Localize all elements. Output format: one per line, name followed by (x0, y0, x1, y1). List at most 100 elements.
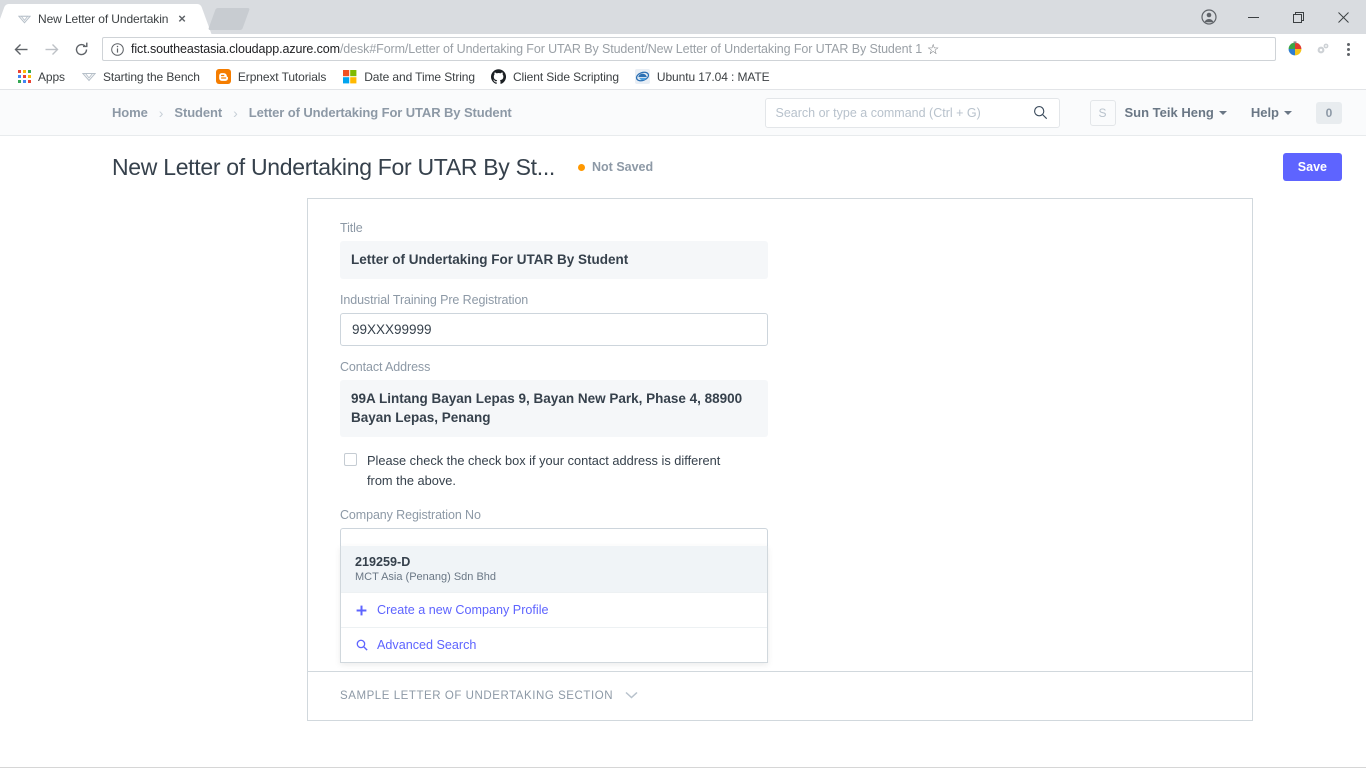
breadcrumb-item-current[interactable]: Letter of Undertaking For UTAR By Studen… (249, 105, 512, 120)
field-value: Letter of Undertaking For UTAR By Studen… (340, 241, 768, 279)
breadcrumb-item-student[interactable]: Student (174, 105, 222, 120)
browser-tabstrip: New Letter of Undertakin × (0, 0, 1366, 34)
extension-icons (1280, 36, 1336, 62)
suggestion-item[interactable]: 219259-D MCT Asia (Penang) Sdn Bhd (341, 546, 767, 593)
window-controls (1187, 0, 1366, 34)
forward-button[interactable] (36, 36, 66, 62)
bookmark-apps[interactable]: Apps (8, 66, 73, 88)
address-bar-host: fict.southeastasia.cloudapp.azure.com (131, 42, 340, 56)
checkbox-label: Please check the check box if your conta… (367, 452, 721, 488)
avatar[interactable]: S (1089, 99, 1116, 126)
chevron-down-icon[interactable] (625, 690, 638, 702)
bookmark-erpnext-tutorials[interactable]: Erpnext Tutorials (208, 66, 334, 88)
bookmark-label: Starting the Bench (102, 69, 200, 84)
bookmark-star-icon[interactable]: ☆ (922, 41, 944, 58)
advanced-search-item[interactable]: Advanced Search (341, 628, 767, 662)
blogger-icon (216, 69, 232, 85)
create-new-company-profile-item[interactable]: Create a new Company Profile (341, 593, 767, 628)
bookmark-client-side-scripting[interactable]: Client Side Scripting (483, 66, 627, 88)
create-new-company-profile-label: Create a new Company Profile (377, 603, 549, 617)
address-bar-url: fict.southeastasia.cloudapp.azure.com/de… (131, 42, 922, 56)
status-label: Not Saved (592, 160, 654, 174)
notification-badge[interactable]: 0 (1316, 101, 1342, 124)
suggestion-title: 219259-D (355, 555, 411, 569)
search-icon[interactable] (1033, 105, 1049, 120)
app-navbar: Home › Student › Letter of Undertaking F… (0, 90, 1366, 136)
field-value: 99A Lintang Bayan Lepas 9, Bayan New Par… (340, 379, 768, 437)
help-menu-label: Help (1250, 105, 1279, 120)
apps-grid-icon (16, 69, 32, 85)
back-button[interactable] (6, 36, 36, 62)
advanced-search-label: Advanced Search (377, 638, 477, 652)
application-viewport: Home › Student › Letter of Undertaking F… (0, 90, 1366, 767)
breadcrumb-item-home[interactable]: Home (112, 105, 148, 120)
suggestion-subtitle: MCT Asia (Penang) Sdn Bhd (355, 571, 497, 583)
search-icon (355, 639, 368, 651)
field-contact-address: Contact Address 99A Lintang Bayan Lepas … (340, 360, 768, 437)
user-menu[interactable]: Sun Teik Heng (1125, 105, 1227, 120)
field-label: Industrial Training Pre Registration (340, 292, 529, 307)
plus-icon (355, 605, 368, 616)
microsoft-icon (342, 69, 358, 85)
browser-tab[interactable]: New Letter of Undertakin × (8, 4, 198, 34)
chevron-down-icon (1218, 110, 1227, 115)
field-label: Title (340, 221, 363, 235)
reload-button[interactable] (66, 36, 96, 62)
industrial-training-input[interactable] (340, 312, 768, 346)
bookmark-label: Erpnext Tutorials (237, 69, 327, 84)
sample-letter-section-toggle[interactable]: SAMPLE LETTER OF UNDERTAKING SECTION (308, 671, 1252, 720)
bookmark-date-and-time-string[interactable]: Date and Time String (334, 66, 483, 88)
field-title: Title Letter of Undertaking For UTAR By … (340, 221, 768, 279)
bookmark-ubuntu-mate[interactable]: Ubuntu 17.04 : MATE (627, 66, 778, 88)
bookmark-label: Client Side Scripting (512, 69, 619, 84)
page-footer-space (0, 721, 1366, 762)
browser-tab-title: New Letter of Undertakin (38, 12, 169, 26)
search-input[interactable] (775, 105, 1033, 120)
global-search[interactable] (764, 97, 1060, 128)
bookmark-label: Date and Time String (364, 69, 475, 84)
browser-toolbar: fict.southeastasia.cloudapp.azure.com/de… (0, 34, 1366, 64)
company-suggestions-dropdown: 219259-D MCT Asia (Penang) Sdn Bhd Creat… (340, 546, 768, 663)
gear-icon[interactable] (1310, 36, 1336, 62)
status-dot-icon (578, 163, 586, 171)
form-column: Title Letter of Undertaking For UTAR By … (340, 221, 768, 562)
help-menu[interactable]: Help (1251, 105, 1292, 120)
address-bar[interactable]: fict.southeastasia.cloudapp.azure.com/de… (102, 37, 1276, 61)
close-icon[interactable]: × (174, 11, 190, 27)
page-head: New Letter of Undertaking For UTAR By St… (0, 136, 1366, 198)
save-button[interactable]: Save (1282, 153, 1342, 181)
frappe-icon (81, 69, 97, 85)
status-badge: Not Saved (578, 160, 653, 174)
minimize-button[interactable] (1231, 0, 1276, 34)
contact-address-different-checkbox[interactable] (344, 452, 357, 466)
form-card-bottom-border (307, 720, 1253, 722)
address-bar-path: /desk#Form/Letter of Undertaking For UTA… (339, 42, 923, 56)
frappe-icon (16, 11, 32, 27)
profile-icon[interactable] (1187, 0, 1231, 34)
bookmarks-bar: Apps Starting the Bench Erpnext Tutorial… (0, 64, 1366, 90)
three-dots-icon[interactable] (1336, 36, 1360, 62)
page-title: New Letter of Undertaking For UTAR By St… (112, 153, 556, 180)
field-label: Company Registration No (340, 508, 481, 523)
chevron-down-icon (1284, 110, 1292, 115)
bookmark-starting-the-bench[interactable]: Starting the Bench (73, 66, 208, 88)
maximize-button[interactable] (1276, 0, 1321, 34)
close-window-button[interactable] (1321, 0, 1366, 34)
bookmark-label: Ubuntu 17.04 : MATE (656, 69, 770, 84)
navbar-right: S Sun Teik Heng Help 0 (764, 97, 1342, 128)
info-circle-icon[interactable] (109, 42, 125, 56)
colorpick-icon[interactable] (1282, 36, 1308, 62)
form-card: Title Letter of Undertaking For UTAR By … (307, 198, 1253, 721)
contact-address-different-checkbox-row[interactable]: Please check the check box if your conta… (344, 451, 744, 491)
user-menu-label: Sun Teik Heng (1124, 105, 1214, 120)
bookmark-label: Apps (38, 69, 65, 84)
form-wrapper: Title Letter of Undertaking For UTAR By … (0, 198, 1366, 722)
section-title: SAMPLE LETTER OF UNDERTAKING SECTION (340, 690, 614, 703)
chevron-right-icon: › (233, 104, 238, 121)
github-icon (491, 69, 507, 85)
ie-icon (635, 69, 651, 85)
breadcrumb: Home › Student › Letter of Undertaking F… (112, 105, 512, 121)
form-body: Title Letter of Undertaking For UTAR By … (308, 199, 1252, 562)
chevron-right-icon: › (158, 104, 164, 121)
new-tab-button[interactable] (207, 8, 251, 30)
